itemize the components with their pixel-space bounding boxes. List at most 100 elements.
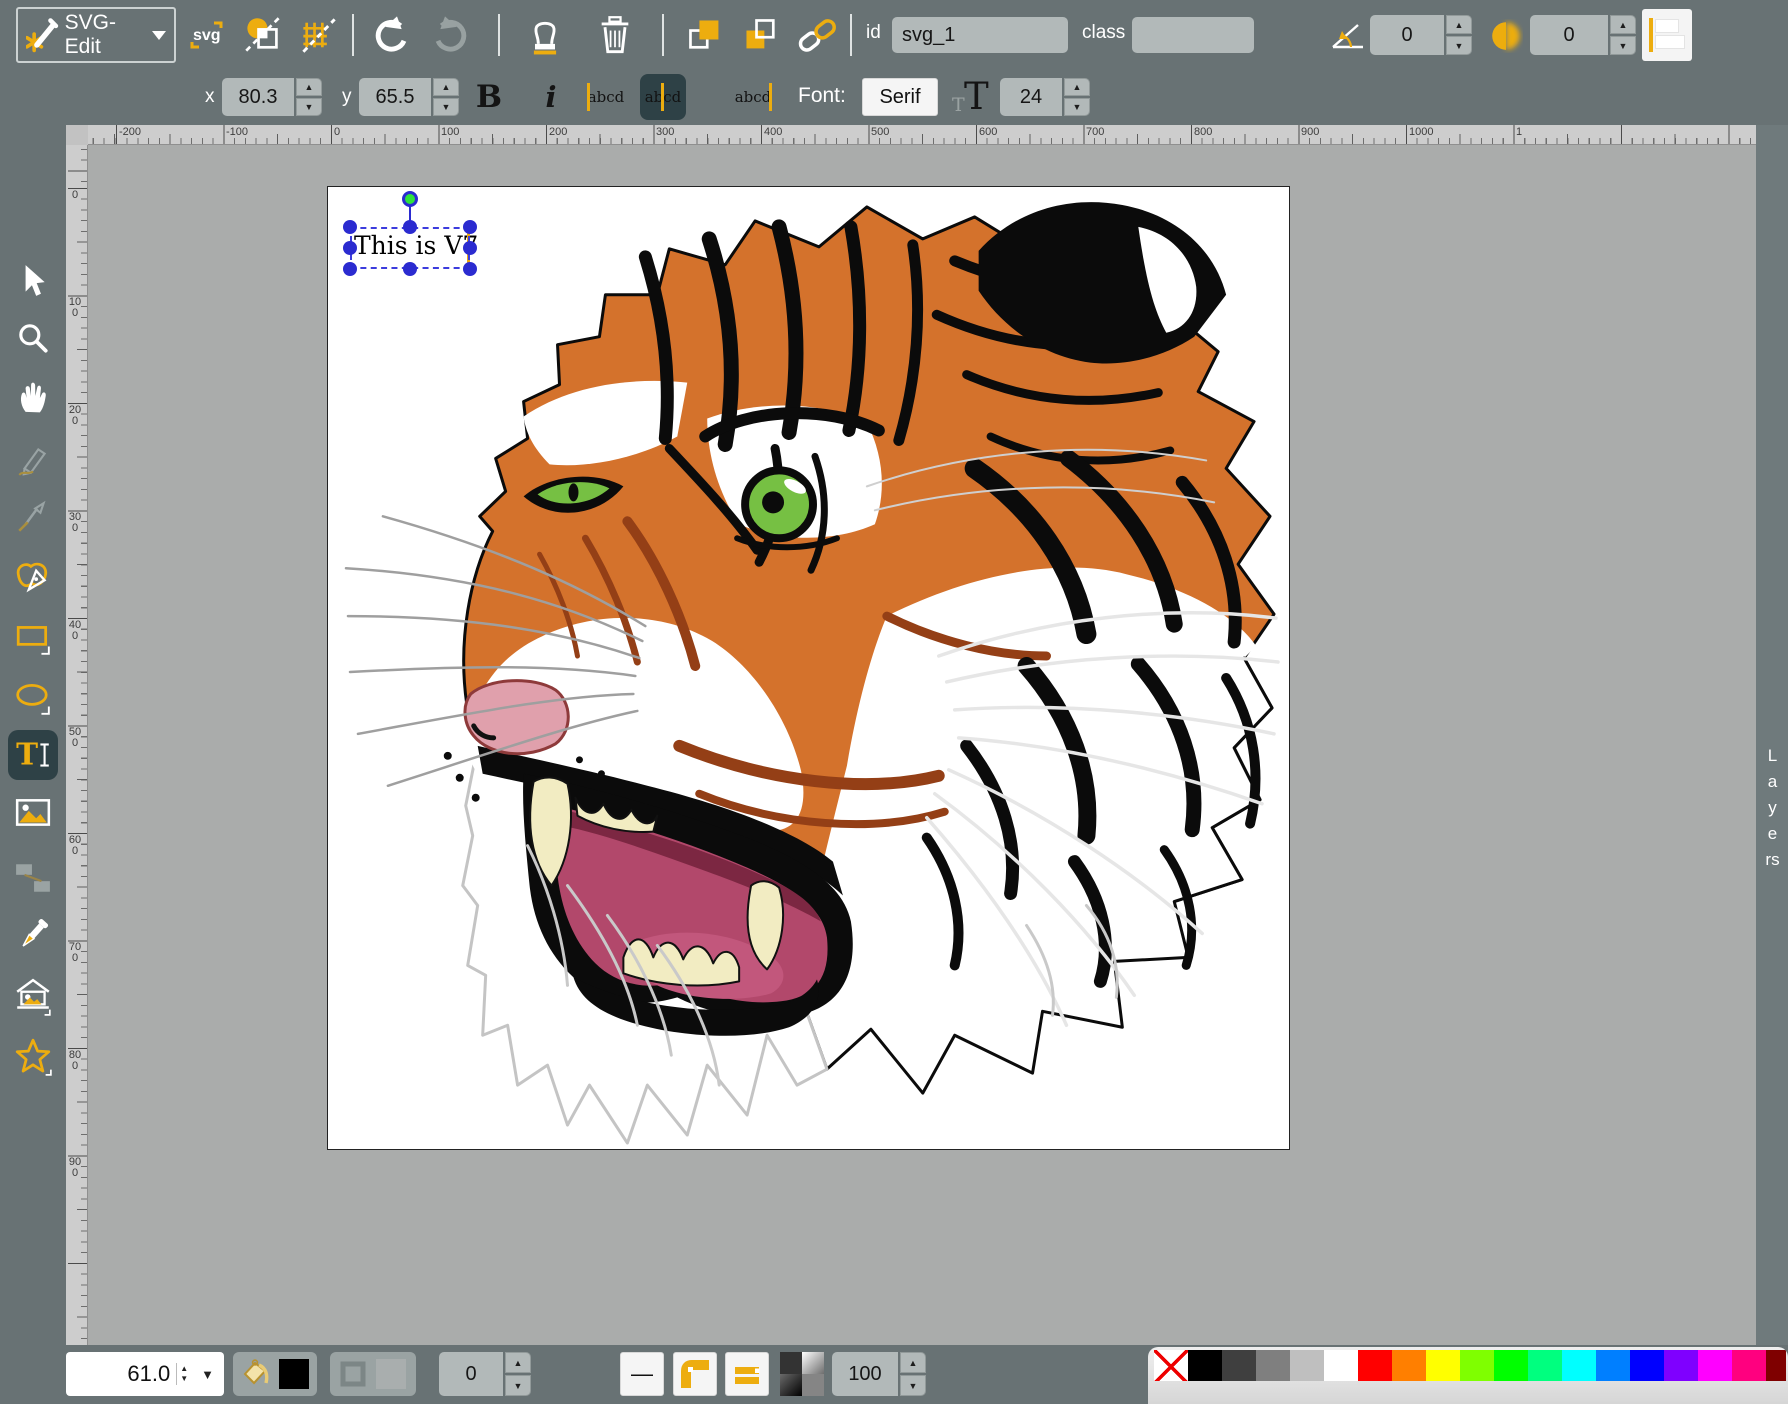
palette-swatch[interactable] bbox=[1596, 1350, 1630, 1381]
delete-button[interactable] bbox=[590, 10, 640, 60]
selection-handle-se[interactable] bbox=[463, 262, 477, 276]
palette-swatch[interactable] bbox=[1562, 1350, 1596, 1381]
make-link-button[interactable] bbox=[792, 12, 842, 58]
linejoin-button[interactable] bbox=[673, 1352, 717, 1396]
palette-swatch[interactable] bbox=[1494, 1350, 1528, 1381]
italic-button[interactable]: i bbox=[528, 74, 574, 120]
rotate-handle[interactable] bbox=[402, 191, 418, 207]
move-to-front-button[interactable] bbox=[682, 12, 728, 58]
tool-ellipse[interactable] bbox=[8, 673, 58, 723]
text-anchor-end-button[interactable]: abcd bbox=[730, 74, 776, 120]
opacity-gradient-icon[interactable] bbox=[780, 1352, 824, 1396]
opacity-down-button[interactable]: ▼ bbox=[900, 1375, 926, 1396]
linecap-button[interactable] bbox=[725, 1352, 769, 1396]
selection-handle-sw[interactable] bbox=[343, 262, 357, 276]
tool-shape-library[interactable] bbox=[8, 972, 58, 1022]
main-menu-button[interactable]: SVG-Edit bbox=[16, 7, 176, 63]
blur-input[interactable]: 0 bbox=[1530, 15, 1608, 55]
palette-swatch[interactable] bbox=[1222, 1350, 1256, 1381]
font-label: Font: bbox=[798, 84, 846, 108]
align-button[interactable] bbox=[1642, 9, 1692, 61]
element-class-input[interactable] bbox=[1132, 17, 1254, 53]
move-to-back-button[interactable] bbox=[738, 12, 784, 58]
fill-color-widget[interactable] bbox=[233, 1352, 317, 1396]
ruler-tick-label: 900 bbox=[68, 1157, 82, 1179]
clone-button[interactable] bbox=[520, 10, 570, 60]
x-input[interactable]: 80.3 bbox=[222, 78, 294, 116]
font-size-up-button[interactable]: ▲ bbox=[1064, 78, 1090, 96]
palette-swatch[interactable] bbox=[1426, 1350, 1460, 1381]
palette-swatch[interactable] bbox=[1358, 1350, 1392, 1381]
selection-handle-n[interactable] bbox=[403, 220, 417, 234]
tools-sidebar: T bbox=[0, 125, 66, 1345]
font-size-input[interactable]: 24 bbox=[1000, 78, 1062, 116]
zoom-input[interactable]: 61.0 bbox=[66, 1361, 176, 1387]
selection-handle-ne[interactable] bbox=[463, 220, 477, 234]
tool-rectangle[interactable] bbox=[8, 613, 58, 663]
y-up-button[interactable]: ▲ bbox=[433, 78, 459, 96]
palette-swatch[interactable] bbox=[1460, 1350, 1494, 1381]
tool-eyedropper[interactable] bbox=[8, 910, 58, 960]
canvas[interactable]: This is V7 bbox=[327, 186, 1290, 1150]
selection-handle-s[interactable] bbox=[403, 262, 417, 276]
x-down-button[interactable]: ▼ bbox=[296, 98, 322, 116]
stroke-width-down-button[interactable]: ▼ bbox=[505, 1375, 531, 1396]
palette-swatch[interactable] bbox=[1528, 1350, 1562, 1381]
tool-star[interactable] bbox=[8, 1032, 58, 1082]
element-id-input[interactable]: svg_1 bbox=[892, 17, 1068, 53]
opacity-input[interactable]: 100 bbox=[832, 1352, 898, 1396]
selection-handle-w[interactable] bbox=[343, 241, 357, 255]
y-input[interactable]: 65.5 bbox=[359, 78, 431, 116]
font-family-button[interactable]: Serif bbox=[862, 78, 938, 116]
angle-down-button[interactable]: ▼ bbox=[1446, 36, 1472, 55]
palette-swatch[interactable] bbox=[1256, 1350, 1290, 1381]
image-library-button[interactable] bbox=[240, 12, 286, 58]
stroke-width-up-button[interactable]: ▲ bbox=[505, 1352, 531, 1373]
palette-swatch[interactable] bbox=[1188, 1350, 1222, 1381]
palette-swatch[interactable] bbox=[1698, 1350, 1732, 1381]
opacity-up-button[interactable]: ▲ bbox=[900, 1352, 926, 1373]
selection-handle-nw[interactable] bbox=[343, 220, 357, 234]
font-size-down-button[interactable]: ▼ bbox=[1064, 98, 1090, 116]
blur-up-button[interactable]: ▲ bbox=[1610, 15, 1636, 34]
tool-image[interactable] bbox=[8, 788, 58, 838]
selection-handle-e[interactable] bbox=[463, 241, 477, 255]
color-palette bbox=[1148, 1347, 1788, 1404]
bold-button[interactable]: B bbox=[466, 74, 512, 120]
palette-swatch[interactable] bbox=[1324, 1350, 1358, 1381]
tool-connector[interactable] bbox=[8, 853, 58, 903]
ruler-tick-label: 200 bbox=[549, 126, 567, 138]
undo-button[interactable] bbox=[366, 12, 414, 58]
redo-button[interactable] bbox=[428, 12, 476, 58]
stroke-width-input[interactable]: 0 bbox=[439, 1352, 503, 1396]
tool-pencil[interactable] bbox=[8, 435, 58, 485]
stroke-color-widget[interactable] bbox=[330, 1352, 416, 1396]
blur-down-button[interactable]: ▼ bbox=[1610, 36, 1636, 55]
tool-pan[interactable] bbox=[8, 372, 58, 422]
y-down-button[interactable]: ▼ bbox=[433, 98, 459, 116]
palette-swatch[interactable] bbox=[1732, 1350, 1766, 1381]
palette-swatch-none[interactable] bbox=[1154, 1350, 1188, 1381]
x-up-button[interactable]: ▲ bbox=[296, 78, 322, 96]
editor-preferences-button[interactable] bbox=[296, 12, 342, 58]
tool-text[interactable]: T bbox=[8, 730, 58, 780]
palette-swatch[interactable] bbox=[1766, 1350, 1786, 1381]
tool-line[interactable] bbox=[8, 492, 58, 542]
palette-swatch[interactable] bbox=[1290, 1350, 1324, 1381]
zoom-dropdown-button[interactable]: ▼ bbox=[191, 1367, 224, 1382]
layers-panel-toggle[interactable]: Layers bbox=[1765, 743, 1780, 873]
palette-swatch[interactable] bbox=[1630, 1350, 1664, 1381]
stroke-style-button[interactable]: — bbox=[620, 1352, 664, 1396]
text-anchor-start-button[interactable]: abcd bbox=[583, 74, 629, 120]
zoom-spinner[interactable]: ▲▼ bbox=[176, 1363, 191, 1385]
text-anchor-middle-button[interactable]: abcd bbox=[640, 74, 686, 120]
angle-input[interactable]: 0 bbox=[1370, 15, 1444, 55]
workspace[interactable]: This is V7 bbox=[88, 145, 1756, 1345]
palette-swatch[interactable] bbox=[1392, 1350, 1426, 1381]
tool-path[interactable] bbox=[8, 552, 58, 602]
source-editor-button[interactable]: svg bbox=[185, 14, 227, 56]
angle-up-button[interactable]: ▲ bbox=[1446, 15, 1472, 34]
tool-select[interactable] bbox=[8, 255, 58, 305]
palette-swatch[interactable] bbox=[1664, 1350, 1698, 1381]
tool-zoom[interactable] bbox=[8, 313, 58, 363]
